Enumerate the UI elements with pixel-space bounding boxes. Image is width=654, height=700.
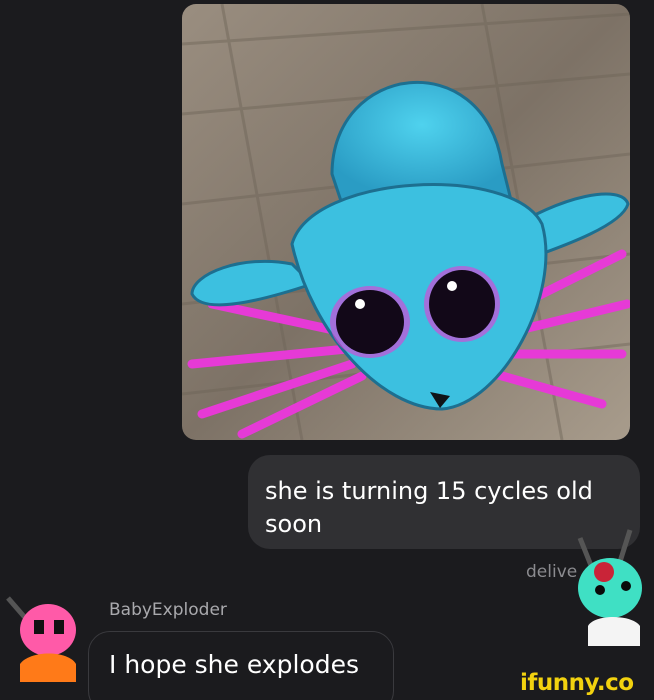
received-message-text: I hope she explodes [109, 650, 359, 679]
sender-avatar[interactable] [4, 578, 88, 682]
received-message-bubble[interactable]: I hope she explodes [88, 631, 394, 700]
shared-image-message[interactable] [182, 4, 630, 440]
axolotl-drawing-image [182, 4, 630, 440]
chat-thread: she is turning 15 cycles old soon delive… [0, 0, 654, 700]
sticker-right-avatar [570, 528, 654, 656]
ifunny-watermark: ifunny.co [520, 670, 634, 696]
sender-name: BabyExploder [109, 600, 227, 620]
sent-message-text: she is turning 15 cycles old soon [265, 477, 593, 538]
